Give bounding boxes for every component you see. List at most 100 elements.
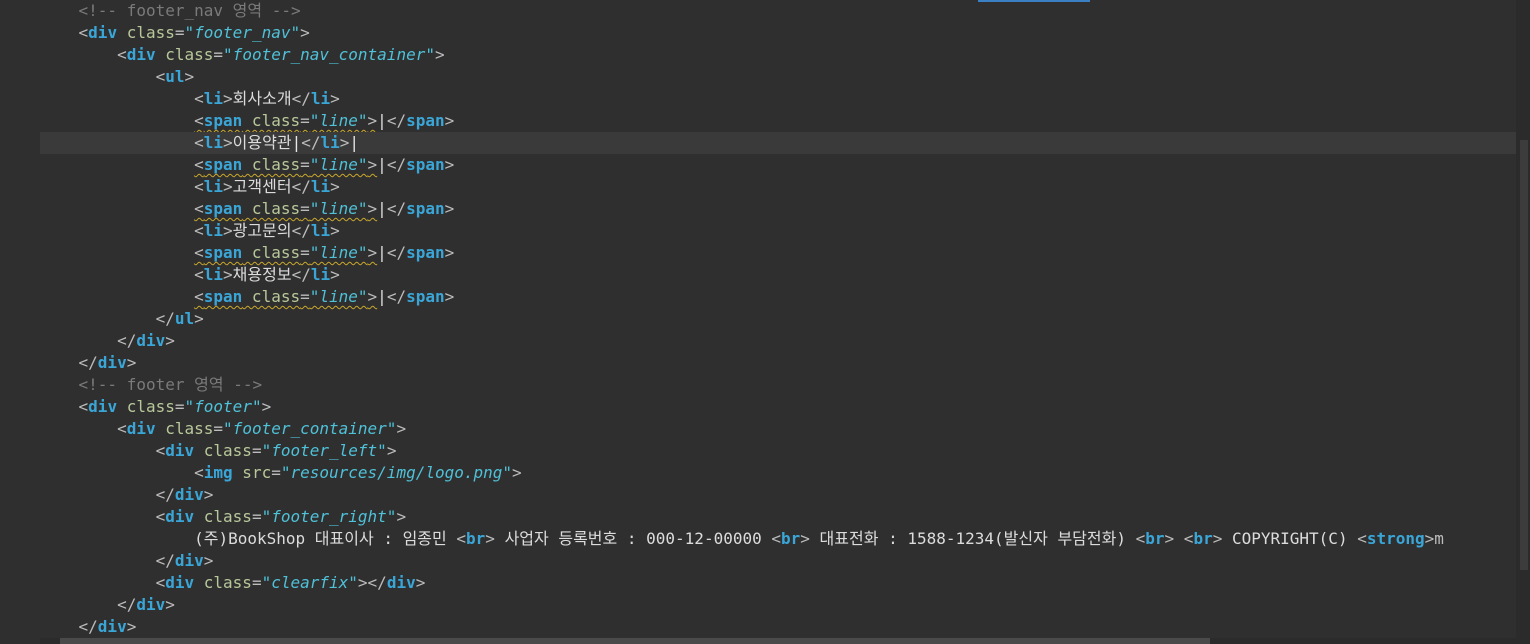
code-token: > bbox=[415, 573, 426, 592]
code-text: <li>회사소개</li> bbox=[40, 88, 340, 110]
code-text: </div> bbox=[40, 352, 137, 374]
code-token: > bbox=[444, 155, 455, 174]
code-text: <div class="footer"> bbox=[40, 396, 272, 418]
code-text: </div> bbox=[40, 330, 175, 352]
code-token: > bbox=[386, 441, 397, 460]
code-line[interactable]: 13 <li>회사소개</li> bbox=[40, 88, 1516, 110]
code-line[interactable]: 20 <span class="line">|</span> bbox=[40, 242, 1516, 264]
code-token: = bbox=[300, 199, 310, 218]
code-token: < bbox=[194, 199, 204, 218]
code-token: > bbox=[1212, 529, 1223, 548]
code-token: < bbox=[194, 221, 204, 240]
code-token: < bbox=[78, 397, 89, 416]
code-token: "footer_nav_container" bbox=[223, 45, 435, 64]
code-token: class bbox=[242, 111, 301, 130]
code-token: "line" bbox=[309, 111, 368, 130]
code-text: <div class="footer_left"> bbox=[40, 440, 397, 462]
code-token: > bbox=[184, 67, 195, 86]
code-line[interactable]: 33 (주)BookShop 대표이사 : 임종민 <br> 사업자 등록번호 … bbox=[40, 528, 1516, 550]
horizontal-scrollbar-thumb[interactable] bbox=[60, 638, 1210, 644]
code-text: <div class="clearfix"></div> bbox=[40, 572, 426, 594]
code-editor[interactable]: 9 <!-- footer_nav 영역 -->10 <div class="f… bbox=[0, 0, 1530, 644]
code-line[interactable]: 21 <li>채용정보</li> bbox=[40, 264, 1516, 286]
code-line[interactable]: 10 <div class="footer_nav"> bbox=[40, 22, 1516, 44]
line-number-gutter bbox=[0, 0, 40, 644]
code-token: li bbox=[203, 89, 224, 108]
code-line[interactable]: 12 <ul> bbox=[40, 66, 1516, 88]
code-token: span bbox=[406, 287, 445, 306]
code-line[interactable]: 37 </div> bbox=[40, 616, 1516, 638]
code-token: span bbox=[203, 287, 243, 306]
code-line[interactable]: 15 <li>이용약관|</li>| bbox=[40, 132, 1516, 154]
code-token: br bbox=[781, 529, 801, 548]
code-token: "footer_right" bbox=[261, 507, 397, 526]
code-token: = bbox=[251, 507, 262, 526]
code-area[interactable]: 9 <!-- footer_nav 영역 -->10 <div class="f… bbox=[40, 0, 1516, 638]
code-token: > bbox=[367, 111, 378, 130]
code-line[interactable]: 36 </div> bbox=[40, 594, 1516, 616]
code-token: < bbox=[194, 111, 204, 130]
code-text: <ul> bbox=[40, 66, 195, 88]
code-token: ul bbox=[165, 67, 185, 86]
code-text: <img src="resources/img/logo.png"> bbox=[40, 462, 522, 484]
code-line[interactable]: 35 <div class="clearfix"></div> bbox=[40, 572, 1516, 594]
code-line[interactable]: 26 <!-- footer 영역 --> bbox=[40, 374, 1516, 396]
code-token: div bbox=[126, 419, 156, 438]
code-line[interactable]: 34 </div> bbox=[40, 550, 1516, 572]
code-token: span bbox=[203, 243, 243, 262]
code-token: > bbox=[444, 111, 455, 130]
code-token: div bbox=[386, 573, 416, 592]
code-line[interactable]: 32 <div class="footer_right"> bbox=[40, 506, 1516, 528]
code-token: br bbox=[1145, 529, 1165, 548]
code-token: li bbox=[203, 221, 224, 240]
code-line[interactable]: 19 <li>광고문의</li> bbox=[40, 220, 1516, 242]
code-token: </ bbox=[291, 177, 311, 196]
code-token: = bbox=[271, 463, 281, 482]
code-token: </ bbox=[291, 221, 311, 240]
code-token: li bbox=[310, 177, 331, 196]
code-token: < bbox=[155, 441, 166, 460]
code-line[interactable]: 22 <span class="line">|</span> bbox=[40, 286, 1516, 308]
code-token: > bbox=[367, 199, 378, 218]
code-line[interactable]: 18 <span class="line">|</span> bbox=[40, 198, 1516, 220]
code-token: li bbox=[310, 89, 331, 108]
code-token: > bbox=[330, 177, 340, 196]
code-line[interactable]: 11 <div class="footer_nav_container"> bbox=[40, 44, 1516, 66]
code-token: br bbox=[1193, 529, 1213, 548]
code-line[interactable]: 9 <!-- footer_nav 영역 --> bbox=[40, 0, 1516, 22]
code-line[interactable]: 31 </div> bbox=[40, 484, 1516, 506]
horizontal-scrollbar[interactable] bbox=[40, 638, 1516, 644]
code-text: </div> bbox=[40, 484, 214, 506]
code-line[interactable]: 14 <span class="line">|</span> bbox=[40, 110, 1516, 132]
code-token: </ bbox=[386, 287, 407, 306]
code-token: div bbox=[88, 23, 118, 42]
vertical-scrollbar[interactable] bbox=[1516, 0, 1530, 644]
code-line[interactable]: 17 <li>고객센터</li> bbox=[40, 176, 1516, 198]
code-text: <div class="footer_right"> bbox=[40, 506, 406, 528]
code-line[interactable]: 24 </div> bbox=[40, 330, 1516, 352]
code-line[interactable]: 25 </div> bbox=[40, 352, 1516, 374]
code-line[interactable]: 23 </ul> bbox=[40, 308, 1516, 330]
code-line[interactable]: 16 <span class="line">|</span> bbox=[40, 154, 1516, 176]
code-text: <!-- footer 영역 --> bbox=[40, 374, 263, 396]
code-line[interactable]: 28 <div class="footer_container"> bbox=[40, 418, 1516, 440]
vertical-scrollbar-thumb[interactable] bbox=[1520, 140, 1528, 570]
code-text: </ul> bbox=[40, 308, 204, 330]
code-token: span bbox=[203, 155, 243, 174]
code-text: <li>채용정보</li> bbox=[40, 264, 340, 286]
code-token: = bbox=[300, 111, 310, 130]
code-line[interactable]: 30 <img src="resources/img/logo.png"> bbox=[40, 462, 1516, 484]
code-line[interactable]: 27 <div class="footer"> bbox=[40, 396, 1516, 418]
code-token: "footer_nav" bbox=[184, 23, 301, 42]
code-line[interactable]: 29 <div class="footer_left"> bbox=[40, 440, 1516, 462]
code-token: < bbox=[155, 573, 166, 592]
code-token: >m bbox=[1424, 529, 1444, 548]
